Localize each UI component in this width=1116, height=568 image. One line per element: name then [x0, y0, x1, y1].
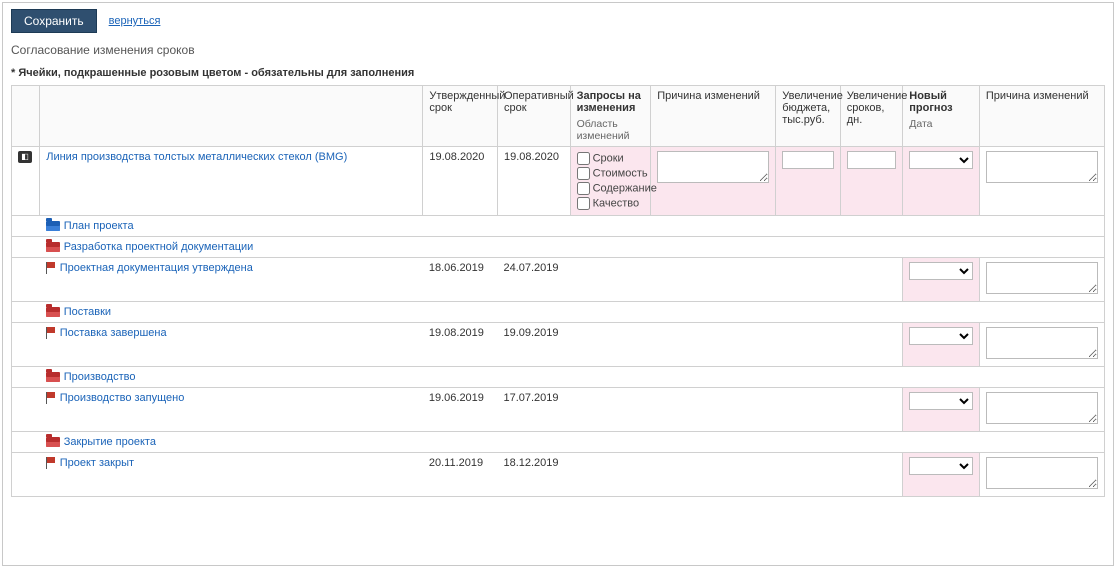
table-row: Производство [12, 367, 1105, 388]
project-operational: 19.08.2020 [497, 147, 570, 216]
col-new-forecast-sub: Дата [909, 118, 973, 130]
milestone-reason2-input[interactable] [986, 392, 1098, 424]
table-row: Проектная документация утверждена 18.06.2… [12, 258, 1105, 302]
milestone-approved: 20.11.2019 [423, 453, 498, 497]
flag-icon [46, 327, 56, 339]
milestone-forecast-select[interactable] [909, 457, 973, 475]
chk-dates[interactable] [577, 152, 590, 165]
col-reason2: Причина изменений [979, 86, 1104, 147]
milestone-approved: 19.08.2019 [423, 323, 498, 367]
milestone-approved: 19.06.2019 [423, 388, 498, 432]
col-requests-label: Запросы на изменения [577, 90, 641, 114]
table-row: План проекта [12, 216, 1105, 237]
tree-link[interactable]: Разработка проектной документации [64, 241, 254, 253]
folder-red-icon [46, 242, 60, 252]
chk-dates-label[interactable]: Сроки [577, 151, 645, 166]
chk-quality-label[interactable]: Качество [577, 196, 645, 211]
folder-red-icon [46, 307, 60, 317]
col-new-forecast: Новый прогноз Дата [903, 86, 980, 147]
required-hint: * Ячейки, подкрашенные розовым цветом - … [11, 67, 1105, 79]
col-name [40, 86, 423, 147]
milestone-link[interactable]: Проектная документация утверждена [60, 262, 253, 274]
milestone-forecast-select[interactable] [909, 392, 973, 410]
tree-link[interactable]: Закрытие проекта [64, 436, 156, 448]
main-table: Утвержденный срок Оперативный срок Запро… [11, 85, 1105, 497]
milestone-reason2-input[interactable] [986, 327, 1098, 359]
milestone-link[interactable]: Поставка завершена [60, 327, 167, 339]
tree-link[interactable]: План проекта [64, 220, 134, 232]
table-row: Проект закрыт 20.11.201918.12.2019 [12, 453, 1105, 497]
folder-blue-icon [46, 221, 60, 231]
folder-red-icon [46, 437, 60, 447]
save-button[interactable]: Сохранить [11, 9, 97, 33]
chk-scope[interactable] [577, 182, 590, 195]
project-icon: ◧ [18, 151, 32, 163]
project-budget-input[interactable] [782, 151, 834, 169]
chk-cost[interactable] [577, 167, 590, 180]
project-forecast-select[interactable] [909, 151, 973, 169]
tree-link[interactable]: Производство [64, 371, 136, 383]
milestone-reason2-input[interactable] [986, 457, 1098, 489]
project-days-input[interactable] [847, 151, 897, 169]
col-approved: Утвержденный срок [423, 86, 498, 147]
project-link[interactable]: Линия производства толстых металлических… [46, 151, 347, 163]
col-operational: Оперативный срок [497, 86, 570, 147]
table-row: Разработка проектной документации [12, 237, 1105, 258]
col-requests: Запросы на изменения Область изменений [570, 86, 651, 147]
chk-quality[interactable] [577, 197, 590, 210]
tree-link[interactable]: Поставки [64, 306, 111, 318]
project-approved: 19.08.2020 [423, 147, 498, 216]
project-row: ◧ Линия производства толстых металлическ… [12, 147, 1105, 216]
table-row: Поставка завершена 19.08.201919.09.2019 [12, 323, 1105, 367]
page-title: Согласование изменения сроков [11, 43, 1105, 57]
flag-icon [46, 457, 56, 469]
table-row: Закрытие проекта [12, 432, 1105, 453]
folder-red-icon [46, 372, 60, 382]
milestone-forecast-select[interactable] [909, 262, 973, 280]
table-row: Поставки [12, 302, 1105, 323]
col-expander [12, 86, 40, 147]
table-row: Производство запущено 19.06.201917.07.201… [12, 388, 1105, 432]
col-budget-inc: Увеличение бюджета, тыс.руб. [776, 86, 841, 147]
milestone-reason2-input[interactable] [986, 262, 1098, 294]
milestone-approved: 18.06.2019 [423, 258, 498, 302]
chk-scope-label[interactable]: Содержание [577, 181, 645, 196]
milestone-operational: 24.07.2019 [497, 258, 570, 302]
project-reason2-input[interactable] [986, 151, 1098, 183]
chk-cost-label[interactable]: Стоимость [577, 166, 645, 181]
flag-icon [46, 392, 56, 404]
project-change-scope: Сроки Стоимость Содержание Качество [570, 147, 651, 216]
milestone-forecast-select[interactable] [909, 327, 973, 345]
col-reason: Причина изменений [651, 86, 776, 147]
milestone-operational: 17.07.2019 [497, 388, 570, 432]
flag-icon [46, 262, 56, 274]
col-new-forecast-label: Новый прогноз [909, 90, 952, 114]
project-reason-input[interactable] [657, 151, 769, 183]
col-days-inc: Увеличение сроков, дн. [840, 86, 903, 147]
milestone-link[interactable]: Производство запущено [60, 392, 185, 404]
col-requests-sub: Область изменений [577, 118, 645, 142]
milestone-operational: 18.12.2019 [497, 453, 570, 497]
milestone-operational: 19.09.2019 [497, 323, 570, 367]
milestone-link[interactable]: Проект закрыт [60, 457, 134, 469]
back-link[interactable]: вернуться [109, 15, 161, 27]
